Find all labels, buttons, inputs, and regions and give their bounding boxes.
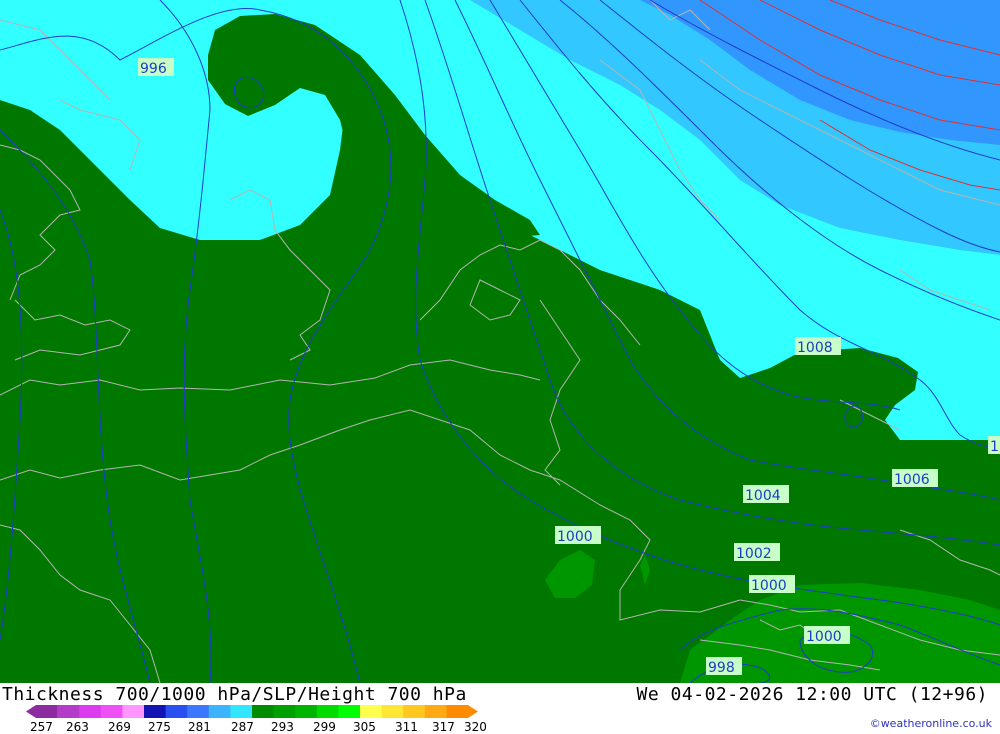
colorbar-swatch — [26, 705, 58, 718]
colorbar-swatch — [79, 705, 102, 718]
colorbar-tick-label: 287 — [231, 720, 254, 734]
colorbar-swatch — [381, 705, 404, 718]
colorbar-swatch — [230, 705, 253, 718]
isobar-label-edge-text: 1 — [990, 439, 999, 455]
isobar-label-1000-a: 1000 — [555, 526, 601, 545]
colorbar-swatch — [316, 705, 339, 718]
colorbar-swatch — [144, 705, 167, 718]
colorbar-swatch — [424, 705, 447, 718]
isobar-label-996: 996 — [138, 58, 174, 77]
colorbar-swatch — [403, 705, 426, 718]
colorbar-tick-label: 281 — [188, 720, 211, 734]
credit-link[interactable]: ©weatheronline.co.uk — [870, 717, 992, 730]
isobar-label-1006: 1006 — [892, 469, 938, 488]
thickness-colorbar — [26, 705, 478, 718]
isobar-label-1008-text: 1008 — [797, 340, 833, 356]
map-title: Thickness 700/1000 hPa/SLP/Height 700 hP… — [2, 684, 467, 705]
colorbar-tick-label: 299 — [313, 720, 336, 734]
colorbar-tick-label: 305 — [353, 720, 376, 734]
map-footer: Thickness 700/1000 hPa/SLP/Height 700 hP… — [0, 683, 1000, 734]
isobar-label-996-text: 996 — [140, 61, 167, 77]
colorbar-swatch — [165, 705, 188, 718]
colorbar-swatch — [57, 705, 80, 718]
colorbar-swatch — [446, 705, 478, 718]
colorbar-swatch — [360, 705, 383, 718]
colorbar-swatch — [252, 705, 275, 718]
colorbar-swatch — [187, 705, 210, 718]
isobar-label-1004: 1004 — [743, 485, 789, 504]
isobar-label-edge: 1 — [988, 436, 1000, 455]
isobar-label-998-text: 998 — [708, 660, 735, 676]
isobar-label-1004-text: 1004 — [745, 488, 781, 504]
isobar-label-1006-text: 1006 — [894, 472, 930, 488]
colorbar-swatch — [273, 705, 296, 718]
colorbar-tick-label: 320 — [464, 720, 487, 734]
colorbar-swatch — [295, 705, 318, 718]
colorbar-tick-label: 269 — [108, 720, 131, 734]
colorbar-tick-label: 257 — [30, 720, 53, 734]
isobar-label-1000-b-text: 1000 — [751, 578, 787, 594]
colorbar-swatch — [100, 705, 123, 718]
isobar-label-1000-c-text: 1000 — [806, 629, 842, 645]
colorbar-tick-label: 293 — [271, 720, 294, 734]
map-datetime: We 04-02-2026 12:00 UTC (12+96) — [636, 684, 988, 705]
isobar-label-1002-text: 1002 — [736, 546, 772, 562]
isobar-label-1000-c: 1000 — [804, 626, 850, 645]
weather-map: 996 1008 1004 1006 1000 1002 1000 1000 9… — [0, 0, 1000, 683]
colorbar-swatch — [208, 705, 231, 718]
isobar-label-998: 998 — [706, 657, 742, 676]
colorbar-tick-label: 275 — [148, 720, 171, 734]
colorbar-tick-label: 311 — [395, 720, 418, 734]
isobar-label-1002: 1002 — [734, 543, 780, 562]
isobar-label-1008: 1008 — [795, 337, 841, 356]
colorbar-swatch — [122, 705, 145, 718]
colorbar-swatch — [338, 705, 361, 718]
isobar-label-1000-a-text: 1000 — [557, 529, 593, 545]
colorbar-tick-label: 263 — [66, 720, 89, 734]
isobar-label-1000-b: 1000 — [749, 575, 795, 594]
colorbar-tick-label: 317 — [432, 720, 455, 734]
